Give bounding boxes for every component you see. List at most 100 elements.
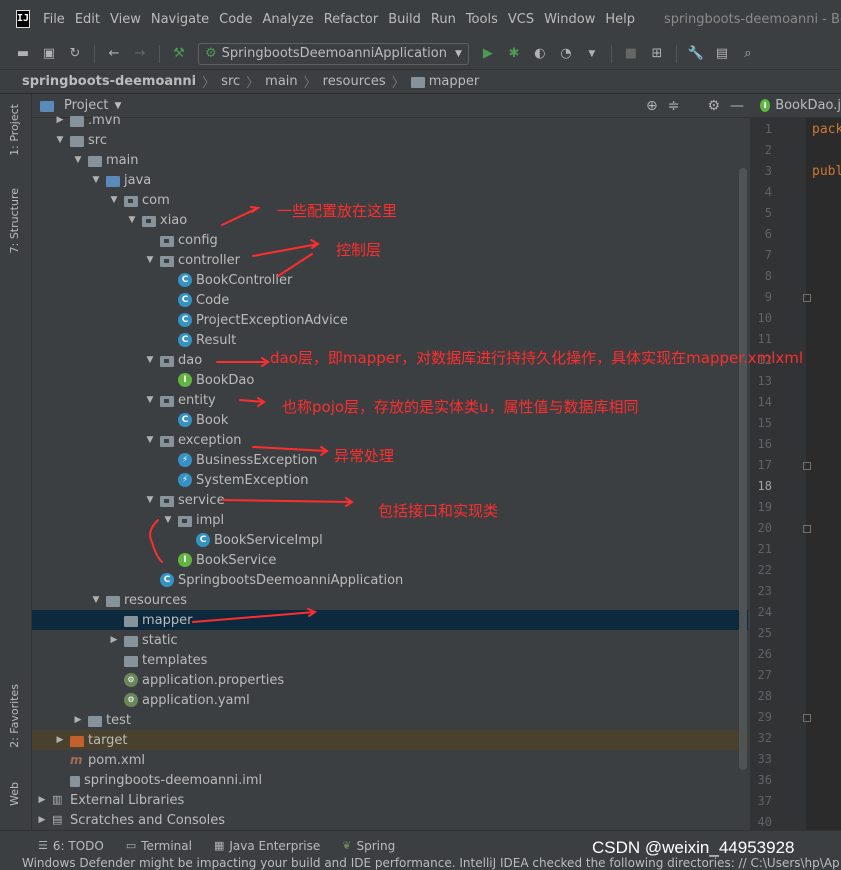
tree-item-scratches[interactable]: ▶ ▤ Scratches and Consoles (32, 810, 748, 830)
tree-item-application-class[interactable]: C SpringbootsDeemoanniApplication (32, 570, 748, 590)
fold-marker-icon[interactable] (803, 462, 811, 470)
editor-tab[interactable]: I BookDao.j (750, 94, 841, 118)
chevron-down-icon[interactable]: ▼ (114, 101, 121, 111)
menu-vcs[interactable]: VCS (503, 12, 539, 27)
tree-item-code[interactable]: C Code (32, 290, 748, 310)
code-line-package[interactable]: pack (812, 122, 841, 137)
tree-item-static[interactable]: ▶ static (32, 630, 748, 650)
terminal-icon: ▭ (125, 839, 137, 852)
collapse-arrow-icon[interactable]: ▼ (72, 155, 84, 165)
tree-item-projectexceptionadvice[interactable]: C ProjectExceptionAdvice (32, 310, 748, 330)
line-number: 9 (764, 290, 772, 304)
menu-view[interactable]: View (105, 12, 146, 27)
tab-terminal[interactable]: ▭ Terminal (126, 839, 192, 853)
expand-arrow-icon[interactable]: ▶ (108, 635, 120, 645)
tab-favorites[interactable]: 2: Favorites (8, 684, 21, 748)
menu-file[interactable]: File (38, 12, 70, 27)
expand-arrow-icon[interactable]: ▶ (36, 795, 48, 805)
sync-icon[interactable]: ↻ (65, 44, 85, 64)
menu-help[interactable]: Help (600, 12, 640, 27)
fold-marker-icon[interactable] (803, 294, 811, 302)
back-arrow-icon[interactable]: ← (104, 44, 124, 64)
tree-item-external-libraries[interactable]: ▶ ▥ External Libraries (32, 790, 748, 810)
collapse-arrow-icon[interactable]: ▼ (144, 355, 156, 365)
menu-refactor[interactable]: Refactor (319, 12, 384, 27)
menu-build[interactable]: Build (383, 12, 426, 27)
run-configuration-select[interactable]: ⚙ SpringbootsDeemoanniApplication ▼ (198, 42, 469, 65)
tree-item-target[interactable]: ▶ target (32, 730, 748, 750)
tree-item-config[interactable]: config (32, 230, 748, 250)
tree-item-pom[interactable]: m pom.xml (32, 750, 748, 770)
collapse-arrow-icon[interactable]: ▼ (144, 495, 156, 505)
breadcrumb-mapper[interactable]: mapper (429, 74, 479, 89)
breadcrumb-src[interactable]: src (221, 74, 240, 89)
breadcrumb-resources[interactable]: resources (323, 74, 386, 89)
open-folder-icon[interactable]: ▬ (13, 44, 33, 64)
tree-item-bookserviceimpl[interactable]: C BookServiceImpl (32, 530, 748, 550)
search-icon[interactable]: ⌕ (738, 44, 758, 64)
expand-arrow-icon[interactable]: ▶ (54, 115, 66, 125)
tab-structure[interactable]: 7: Structure (8, 188, 21, 253)
fold-marker-icon[interactable] (803, 714, 811, 722)
tree-item-src[interactable]: ▼ src (32, 130, 748, 150)
project-tree-scrollbar[interactable] (739, 168, 747, 770)
tree-item-java[interactable]: ▼ java (32, 170, 748, 190)
tree-item-mapper[interactable]: mapper (32, 610, 748, 630)
menu-navigate[interactable]: Navigate (146, 12, 214, 27)
breadcrumb-main[interactable]: main (265, 74, 297, 89)
tree-item-templates[interactable]: templates (32, 650, 748, 670)
tab-java-enterprise[interactable]: ▦ Java Enterprise (214, 839, 320, 853)
collapse-arrow-icon[interactable]: ▼ (144, 435, 156, 445)
tree-item-application-properties[interactable]: ⚙ application.properties (32, 670, 748, 690)
collapse-arrow-icon[interactable]: ▼ (90, 595, 102, 605)
tab-project[interactable]: 1: Project (8, 104, 21, 156)
collapse-arrow-icon[interactable]: ▼ (90, 175, 102, 185)
expand-arrow-icon[interactable]: ▶ (54, 735, 66, 745)
profile-icon[interactable]: ◔ (556, 44, 576, 64)
coverage-icon[interactable]: ◐ (530, 44, 550, 64)
tab-todo[interactable]: ☰ 6: TODO (38, 839, 104, 853)
collapse-arrow-icon[interactable]: ▼ (162, 515, 174, 525)
collapse-arrow-icon[interactable]: ▼ (126, 215, 138, 225)
run-icon[interactable]: ▶ (478, 44, 498, 64)
forward-arrow-icon[interactable]: → (130, 44, 150, 64)
tree-item-main[interactable]: ▼ main (32, 150, 748, 170)
tree-item-application-yaml[interactable]: ⚙ application.yaml (32, 690, 748, 710)
menu-code[interactable]: Code (214, 12, 257, 27)
debug-bug-icon[interactable]: ✱ (504, 44, 524, 64)
expand-arrow-icon[interactable]: ▶ (72, 715, 84, 725)
status-message[interactable]: Windows Defender might be impacting your… (0, 856, 841, 870)
tab-web[interactable]: Web (8, 782, 21, 806)
tree-item-bookdao[interactable]: I BookDao (32, 370, 748, 390)
tree-item-bookservice[interactable]: I BookService (32, 550, 748, 570)
menu-run[interactable]: Run (426, 12, 461, 27)
expand-arrow-icon[interactable]: ▶ (36, 815, 48, 825)
collapse-arrow-icon[interactable]: ▼ (54, 135, 66, 145)
tree-item-iml[interactable]: springboots-deemoanni.iml (32, 770, 748, 790)
build-hammer-icon[interactable]: ⚒ (169, 44, 189, 64)
list-icon: ☰ (38, 839, 48, 852)
project-structure-icon[interactable]: ▤ (712, 44, 732, 64)
menu-analyze[interactable]: Analyze (257, 12, 318, 27)
more-run-chevron-icon[interactable]: ▼ (582, 44, 602, 64)
menu-edit[interactable]: Edit (70, 12, 105, 27)
tree-item-bookcontroller[interactable]: C BookController (32, 270, 748, 290)
breadcrumb-project[interactable]: springboots-deemoanni (22, 74, 196, 89)
git-icon[interactable]: ⊞ (647, 44, 667, 64)
fold-marker-icon[interactable] (803, 525, 811, 533)
save-icon[interactable]: ▣ (39, 44, 59, 64)
collapse-arrow-icon[interactable]: ▼ (144, 395, 156, 405)
collapse-arrow-icon[interactable]: ▼ (108, 195, 120, 205)
code-line-public[interactable]: publ (812, 164, 841, 179)
tree-item-resources[interactable]: ▼ resources (32, 590, 748, 610)
tree-item-test[interactable]: ▶ test (32, 710, 748, 730)
collapse-arrow-icon[interactable]: ▼ (144, 255, 156, 265)
tree-item-controller[interactable]: ▼ controller (32, 250, 748, 270)
menu-window[interactable]: Window (539, 12, 600, 27)
tree-item-mvn[interactable]: ▶ .mvn (32, 110, 748, 130)
menu-tools[interactable]: Tools (461, 12, 503, 27)
tree-item-systemexception[interactable]: ⚡ SystemException (32, 470, 748, 490)
stop-icon[interactable]: ■ (621, 44, 641, 64)
settings-wrench-icon[interactable]: 🔧 (686, 44, 706, 64)
tab-spring[interactable]: ❦ Spring (342, 839, 395, 853)
